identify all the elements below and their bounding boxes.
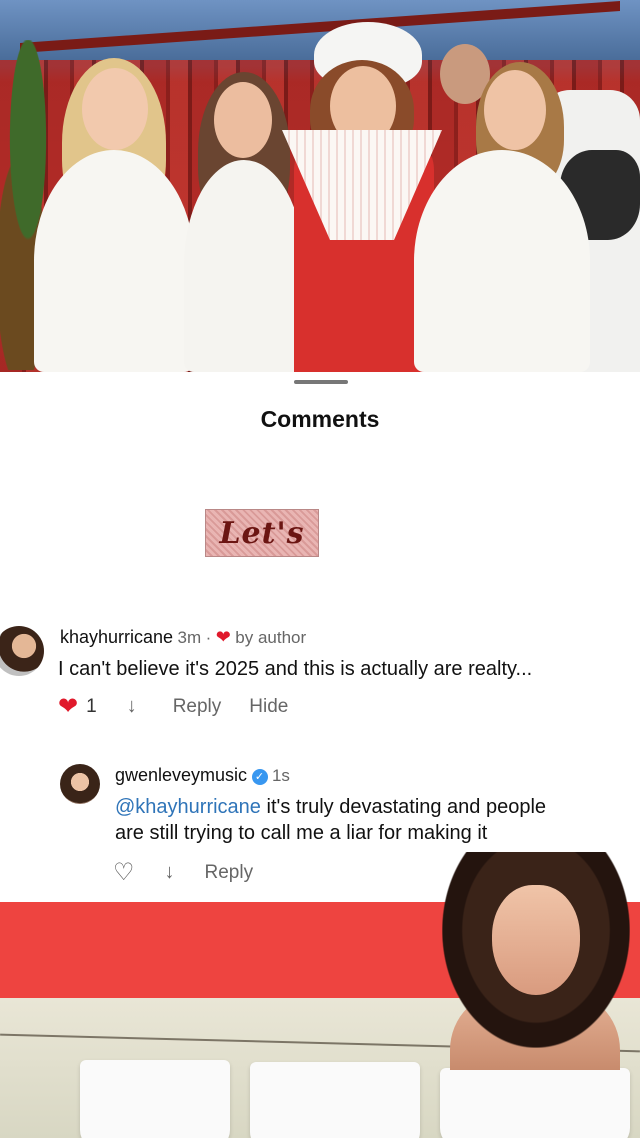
avatar[interactable] — [0, 626, 44, 676]
mention-link[interactable]: @khayhurricane — [115, 796, 261, 818]
dislike-arrow-icon[interactable]: ↓ — [127, 695, 137, 718]
reply-button[interactable]: Reply — [205, 862, 254, 884]
comment-time: 3m — [177, 628, 202, 647]
verified-badge-icon: ✓ — [251, 768, 268, 785]
laundry-item — [440, 1068, 630, 1138]
reply-button[interactable]: Reply — [173, 696, 222, 718]
comment-actions: ♡ ↓ Reply — [113, 858, 253, 887]
comment-actions: ❤ 1 ↓ Reply Hide — [58, 692, 288, 721]
comment-username[interactable]: gwenleveymusic — [115, 765, 247, 785]
laundry-item — [80, 1060, 230, 1138]
comment-username[interactable]: khayhurricane — [60, 627, 173, 647]
woman-face — [492, 885, 580, 995]
comment-time: 1s — [271, 766, 290, 785]
sticker-text: Let's — [219, 515, 305, 551]
like-count: 1 — [86, 695, 97, 717]
hide-button[interactable]: Hide — [249, 696, 288, 718]
comment-text: @khayhurricane it's truly devastating an… — [115, 794, 635, 846]
woman1-face — [82, 68, 148, 150]
heart-filled-icon: ❤ — [215, 627, 231, 647]
comment-text-line2: are still trying to call me a liar for m… — [115, 822, 488, 844]
comment-text: I can't believe it's 2025 and this is ac… — [58, 658, 533, 680]
woman2-dress — [184, 160, 304, 372]
woman2-face — [214, 82, 272, 158]
comments-title: Comments — [260, 406, 380, 432]
laundry-item — [250, 1062, 420, 1138]
meta-separator: · — [205, 628, 212, 647]
avatar[interactable] — [60, 764, 100, 804]
comment-header: gwenleveymusic ✓ 1s — [115, 765, 290, 786]
dislike-arrow-icon[interactable]: ↓ — [165, 861, 175, 884]
lets-sticker: Let's — [205, 509, 319, 557]
video-frame[interactable] — [0, 0, 640, 372]
woman4-dress — [414, 150, 590, 372]
comment-header: khayhurricane 3m · ❤ by author — [60, 627, 306, 648]
woman4-face — [484, 70, 546, 150]
comment-text-line1: it's truly devastating and people — [260, 796, 547, 818]
heart-outline-icon[interactable]: ♡ — [113, 858, 135, 887]
heart-filled-icon[interactable]: ❤ — [58, 692, 78, 721]
author-badge: by author — [235, 628, 307, 647]
woman1-dress — [34, 150, 194, 372]
comment-khayhurricane: khayhurricane 3m · ❤ by author I can't b… — [0, 620, 640, 730]
sheet-drag-handle[interactable] — [294, 380, 348, 384]
